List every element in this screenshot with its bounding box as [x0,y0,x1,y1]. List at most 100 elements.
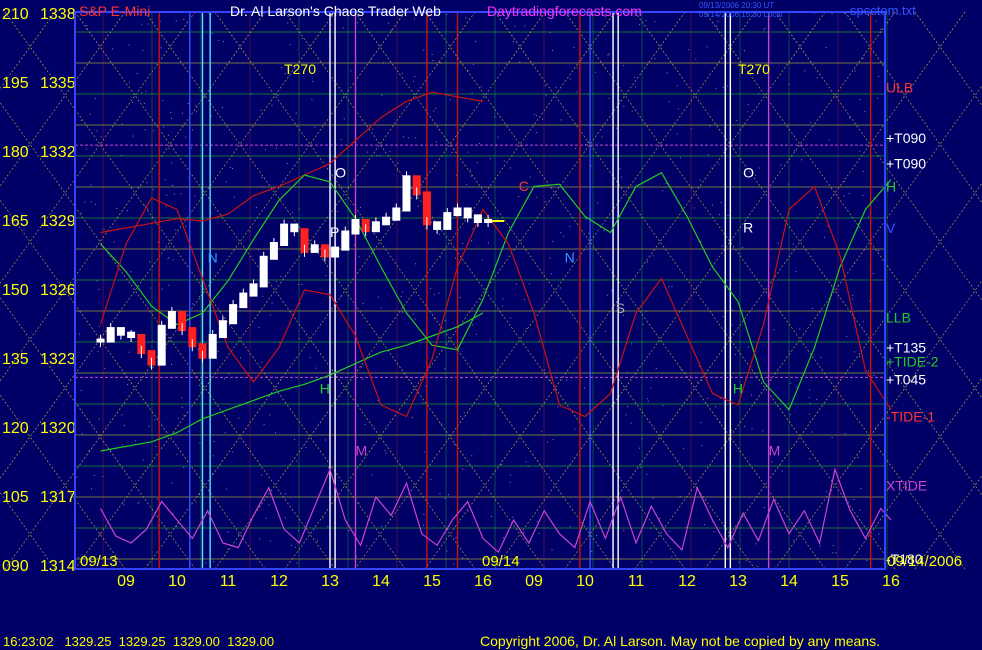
star-dot [389,151,391,153]
star-dot [551,49,553,51]
star-dot [128,351,130,353]
star-dot [668,101,670,103]
star-dot [89,113,91,115]
star-dot [603,230,605,232]
star-dot [286,163,288,165]
star-dot [472,324,474,326]
star-dot [390,29,392,31]
x-hour-label: 13 [729,573,747,590]
star-dot [183,19,185,21]
star-dot [563,235,565,237]
star-dot [280,276,282,278]
star-dot [719,397,721,399]
star-dot [434,294,435,296]
star-dot [809,413,811,415]
star-dot [512,41,514,43]
star-dot [650,561,652,563]
star-dot [217,39,219,41]
right-label: LLB [886,310,911,326]
star-dot [147,208,149,210]
star-dot [676,133,678,135]
star-dot [812,307,814,309]
star-dot [81,433,83,435]
star-dot [259,538,261,540]
star-dot [489,339,491,341]
star-dot [569,78,571,80]
star-dot [414,318,416,320]
star-dot [295,547,297,549]
x-hour-label: 12 [678,573,696,590]
star-dot [453,443,455,445]
y-label-left: 120 [2,420,29,437]
star-dot [847,501,849,503]
star-dot [362,378,364,380]
star-dot [770,551,772,553]
date-label-start: 09/13 [80,553,118,570]
star-dot [358,256,360,258]
star-dot [744,425,746,427]
star-dot [487,242,489,244]
star-dot [85,148,87,150]
star-dot [364,424,366,426]
star-dot [223,40,225,42]
star-dot [721,245,723,247]
star-dot [831,437,833,439]
star-dot [647,400,649,402]
star-dot [844,433,846,435]
site-link[interactable]: Daytradingforecasts.com [487,3,642,19]
star-dot [623,105,625,107]
y-label-price: 1323 [40,351,76,368]
star-dot [97,351,99,353]
star-dot [536,131,538,133]
star-dot [696,381,698,383]
star-dot [80,212,82,214]
y-label-left: 180 [2,144,29,161]
star-dot [90,201,92,203]
star-dot [325,275,327,277]
star-dot [481,259,483,261]
star-dot [146,182,148,184]
star-dot [275,432,276,434]
star-dot [130,271,132,273]
star-dot [652,255,654,257]
y-label-left: 090 [2,558,29,575]
star-dot [462,468,464,470]
star-dot [623,65,625,67]
star-dot [138,501,140,503]
star-dot [204,95,206,97]
star-dot [816,399,818,401]
star-dot [453,563,455,565]
star-dot [502,305,504,307]
right-label: ULB [886,80,913,96]
star-dot [425,385,427,387]
star-dot [93,474,95,476]
star-dot [700,240,702,242]
star-dot [832,545,834,547]
star-dot [509,481,511,483]
star-dot [86,24,88,26]
star-dot [811,431,813,433]
star-dot [467,510,469,512]
star-dot [619,168,621,170]
star-dot [544,84,546,86]
star-dot [309,357,311,359]
star-dot [475,40,477,42]
star-dot [227,548,229,550]
star-dot [169,246,171,248]
star-dot [525,461,527,463]
star-dot [414,137,416,139]
star-dot [116,207,118,209]
star-dot [301,37,303,39]
star-dot [446,14,448,16]
star-dot [197,348,199,350]
star-dot [95,203,97,205]
star-dot [873,197,875,199]
star-dot [523,532,525,534]
star-dot [397,162,399,164]
star-dot [715,88,717,90]
star-dot [289,44,291,46]
star-dot [358,502,360,504]
star-dot [195,501,197,503]
star-dot [738,561,740,563]
star-dot [676,85,678,87]
